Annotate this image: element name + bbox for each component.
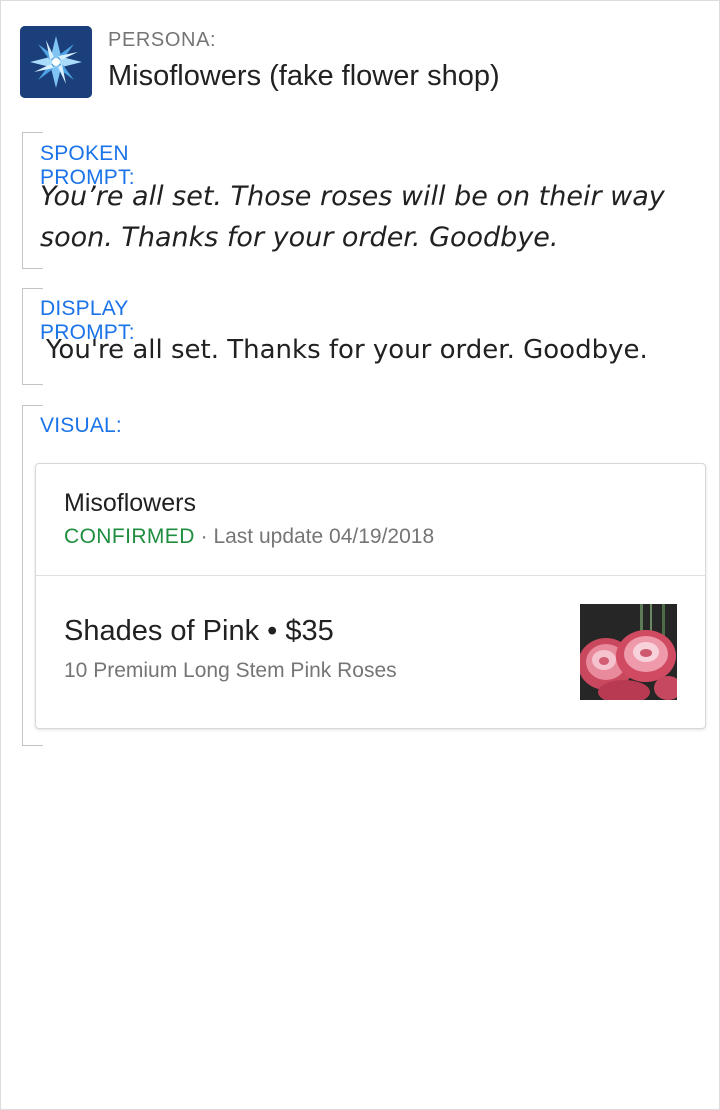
status-separator: · <box>194 525 214 548</box>
spoken-prompt-text: You’re all set. Those roses will be on t… <box>40 181 665 253</box>
starburst-logo-icon <box>20 26 92 98</box>
item-description: 10 Premium Long Stem Pink Roses <box>64 659 397 682</box>
item-bullet: • <box>259 615 286 647</box>
item-price: $35 <box>285 615 334 647</box>
persona-logo-icon <box>20 26 92 98</box>
card-status-row: CONFIRMED · Last update 04/19/2018 <box>64 525 434 549</box>
last-update-text: Last update 04/19/2018 <box>213 525 435 548</box>
status-badge: CONFIRMED <box>64 525 195 548</box>
card-divider <box>36 575 705 576</box>
visual-label: VISUAL: <box>40 414 122 437</box>
card-title: Misoflowers <box>64 489 196 517</box>
display-prompt-text: You're all set. Thanks for your order. G… <box>46 335 648 365</box>
order-card[interactable]: Misoflowers CONFIRMED · Last update 04/1… <box>35 463 706 729</box>
persona-name: Misoflowers (fake flower shop) <box>108 60 500 92</box>
persona-label: PERSONA: <box>108 29 217 51</box>
pink-roses-image <box>580 604 677 700</box>
item-title: Shades of Pink • $35 <box>64 615 334 648</box>
pink-roses-photo <box>580 604 677 700</box>
item-name: Shades of Pink <box>64 615 260 647</box>
